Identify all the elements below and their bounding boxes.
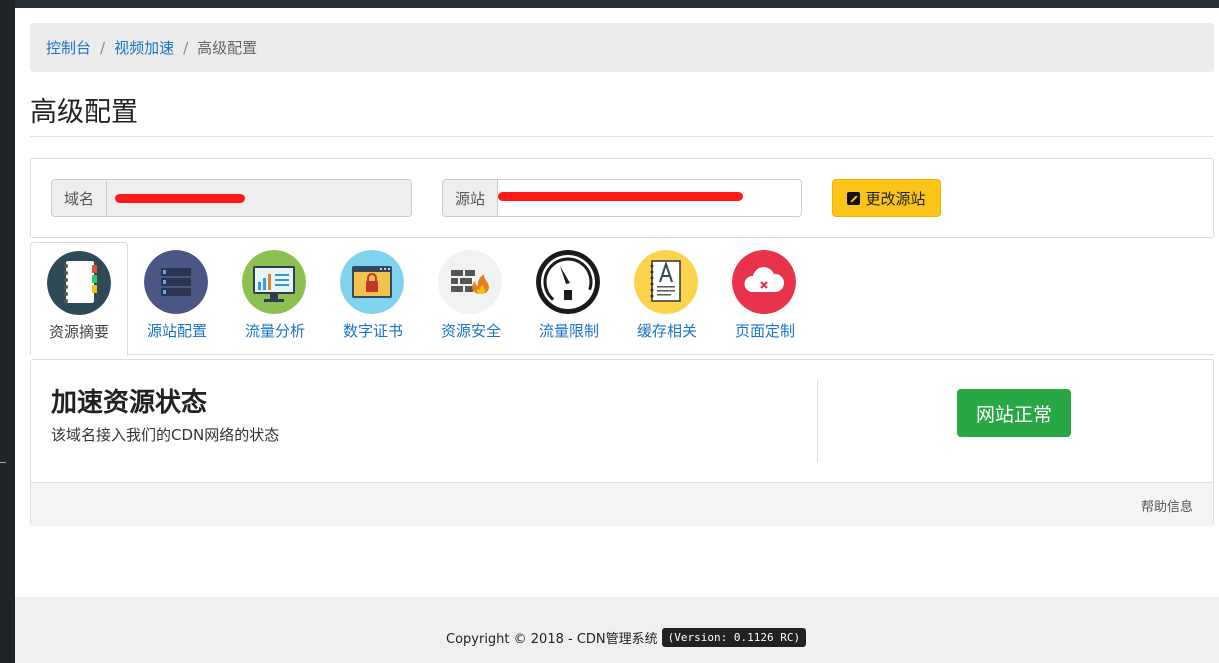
redaction-mark <box>498 192 744 201</box>
edit-icon <box>847 191 861 205</box>
title-divider <box>30 136 1214 137</box>
notebook-icon <box>47 251 111 315</box>
breadcrumb-link-console[interactable]: 控制台 <box>46 37 91 58</box>
domain-input-group: 域名 <box>51 179 412 217</box>
page-title: 高级配置 <box>30 97 138 128</box>
help-link[interactable]: 帮助信息 <box>1141 496 1193 515</box>
breadcrumb-separator: / <box>183 38 189 57</box>
top-bar <box>0 0 1219 8</box>
change-origin-button[interactable]: 更改源站 <box>832 179 941 217</box>
version-badge: (Version: 0.1126 RC) <box>661 628 807 647</box>
cloud-error-icon <box>732 250 796 314</box>
tab-label: 资源安全 <box>440 322 501 340</box>
copyright-line: Copyright © 2018 - CDN管理系统 (Version: 0.1… <box>446 628 807 647</box>
tab-label: 资源摘要 <box>48 323 109 341</box>
domain-panel: 域名 源站 更改源站 <box>30 158 1214 238</box>
origin-label: 源站 <box>443 180 499 216</box>
tab-digital-certificate[interactable]: 数字证书 <box>324 242 422 355</box>
tab-label: 数字证书 <box>342 322 403 340</box>
redaction-mark <box>115 194 246 203</box>
status-subtitle: 该域名接入我们的CDN网络的状态 <box>51 426 280 444</box>
domain-field <box>107 180 411 216</box>
status-panel-footer: 帮助信息 <box>31 482 1213 526</box>
monitor-chart-icon <box>242 250 306 314</box>
status-panel: 加速资源状态 该域名接入我们的CDN网络的状态 网站正常 帮助信息 <box>30 359 1214 526</box>
server-icon <box>144 250 208 314</box>
tab-traffic-analysis[interactable]: 流量分析 <box>226 242 324 355</box>
breadcrumb-link-video-acceleration[interactable]: 视频加速 <box>114 37 174 58</box>
origin-field[interactable] <box>498 180 801 216</box>
tab-resource-summary[interactable]: 资源摘要 <box>30 242 128 356</box>
tab-origin-config[interactable]: 源站配置 <box>128 242 226 355</box>
tab-page-customization[interactable]: 页面定制 <box>716 242 814 355</box>
feature-tabs: 资源摘要 源站配置 流量分析 数字证书 资源安全 流量限制 缓存相关 页面定制 <box>30 242 1214 356</box>
change-origin-button-label: 更改源站 <box>865 189 926 208</box>
domain-label: 域名 <box>52 180 108 216</box>
firewall-icon <box>438 250 502 314</box>
left-sidebar <box>0 0 15 663</box>
browser-lock-icon <box>340 250 404 314</box>
status-divider <box>817 380 818 462</box>
copyright-text: Copyright © 2018 - CDN管理系统 <box>446 632 658 647</box>
tab-label: 页面定制 <box>734 322 795 340</box>
breadcrumb: 控制台 / 视频加速 / 高级配置 <box>30 23 1214 72</box>
site-status-button[interactable]: 网站正常 <box>957 389 1071 437</box>
tab-label: 流量限制 <box>538 322 599 340</box>
tab-label: 流量分析 <box>244 322 305 340</box>
page-footer: Copyright © 2018 - CDN管理系统 (Version: 0.1… <box>15 597 1219 663</box>
document-icon <box>634 250 698 314</box>
origin-input-group: 源站 <box>442 179 802 217</box>
speedometer-icon <box>536 250 600 314</box>
main-content: 控制台 / 视频加速 / 高级配置 高级配置 域名 源站 更改源站 资源摘要 源… <box>15 8 1219 663</box>
breadcrumb-separator: / <box>100 38 106 57</box>
breadcrumb-current: 高级配置 <box>197 39 258 57</box>
status-title: 加速资源状态 <box>51 388 208 418</box>
tab-resource-security[interactable]: 资源安全 <box>422 242 520 355</box>
tab-traffic-limit[interactable]: 流量限制 <box>520 242 618 355</box>
sidebar-marker <box>0 462 6 463</box>
tab-cache[interactable]: 缓存相关 <box>618 242 716 355</box>
tab-label: 源站配置 <box>146 322 207 340</box>
tab-label: 缓存相关 <box>636 322 697 340</box>
